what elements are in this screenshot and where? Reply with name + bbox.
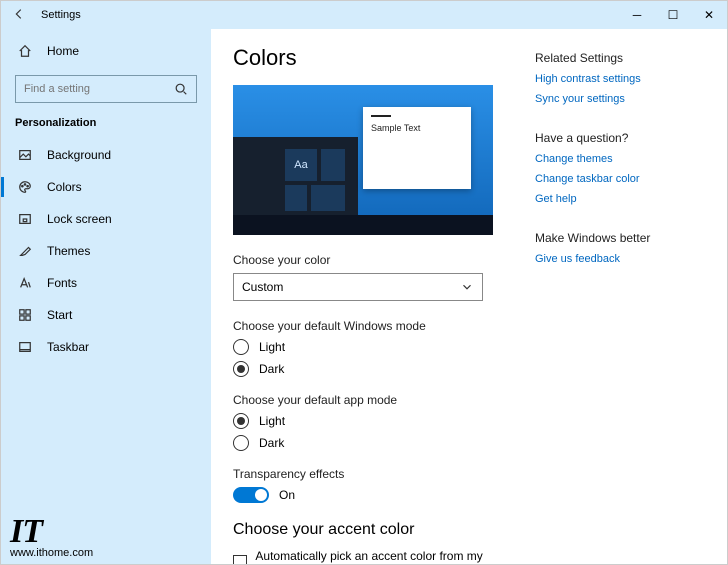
sidebar-item-taskbar[interactable]: Taskbar <box>1 331 211 363</box>
preview-sample-text: Sample Text <box>371 123 463 133</box>
sidebar-item-label: Colors <box>47 180 82 194</box>
accent-heading: Choose your accent color <box>233 521 515 539</box>
taskbar-icon <box>15 340 35 354</box>
preview-tile <box>285 185 307 211</box>
choose-color-select[interactable]: Custom <box>233 273 483 301</box>
radio-icon <box>233 339 249 355</box>
accent-auto-checkbox[interactable]: Automatically pick an accent color from … <box>233 549 515 564</box>
radio-label: Dark <box>259 436 284 450</box>
checkbox-icon <box>233 555 247 564</box>
maximize-button[interactable]: ☐ <box>655 8 691 22</box>
link-sync-settings[interactable]: Sync your settings <box>535 93 705 105</box>
sidebar-item-label: Taskbar <box>47 340 89 354</box>
right-column: Related Settings High contrast settings … <box>535 45 705 564</box>
search-input-wrap[interactable] <box>15 75 197 103</box>
app-mode-label: Choose your default app mode <box>233 393 515 407</box>
accent-auto-label: Automatically pick an accent color from … <box>255 549 515 564</box>
search-input[interactable] <box>24 83 174 95</box>
preview-window-bar <box>371 115 391 117</box>
search-icon <box>174 82 188 96</box>
windows-mode-group: Light Dark <box>233 339 515 377</box>
main-column: Colors Aa Sample Text Choose your color … <box>233 45 535 564</box>
close-button[interactable]: ✕ <box>691 8 727 22</box>
image-icon <box>15 148 35 162</box>
preview-tile <box>311 185 345 211</box>
watermark: IT www.ithome.com <box>10 513 93 559</box>
transparency-toggle[interactable] <box>233 487 269 503</box>
body: Home Personalization Background Colors L… <box>1 29 727 564</box>
transparency-label: Transparency effects <box>233 467 515 481</box>
radio-icon <box>233 361 249 377</box>
content: Colors Aa Sample Text Choose your color … <box>211 29 727 564</box>
page-title: Colors <box>233 45 515 71</box>
sidebar-item-themes[interactable]: Themes <box>1 235 211 267</box>
preview-tile <box>321 149 345 181</box>
link-change-themes[interactable]: Change themes <box>535 153 705 165</box>
sidebar-item-lockscreen[interactable]: Lock screen <box>1 203 211 235</box>
sidebar-item-label: Background <box>47 148 111 162</box>
radio-icon <box>233 435 249 451</box>
windows-mode-label: Choose your default Windows mode <box>233 319 515 333</box>
chevron-down-icon <box>460 280 474 294</box>
sidebar: Home Personalization Background Colors L… <box>1 29 211 564</box>
titlebar: Settings ─ ☐ ✕ <box>1 1 727 29</box>
watermark-url: www.ithome.com <box>10 547 93 559</box>
start-icon <box>15 308 35 322</box>
sidebar-home-label: Home <box>47 44 79 58</box>
radio-icon <box>233 413 249 429</box>
link-high-contrast[interactable]: High contrast settings <box>535 73 705 85</box>
preview-window: Sample Text <box>363 107 471 189</box>
minimize-button[interactable]: ─ <box>619 8 655 22</box>
sidebar-section: Personalization <box>1 113 211 139</box>
sidebar-item-fonts[interactable]: Fonts <box>1 267 211 299</box>
app-mode-group: Light Dark <box>233 413 515 451</box>
home-icon <box>15 44 35 58</box>
arrow-left-icon <box>12 7 26 21</box>
back-button[interactable] <box>1 7 37 24</box>
radio-label: Dark <box>259 362 284 376</box>
preview-taskbar <box>233 215 493 235</box>
watermark-logo: IT <box>10 513 93 551</box>
sidebar-home[interactable]: Home <box>1 35 211 67</box>
sidebar-item-label: Lock screen <box>47 212 112 226</box>
sidebar-item-label: Start <box>47 308 72 322</box>
palette-icon <box>15 180 35 194</box>
sidebar-item-label: Fonts <box>47 276 77 290</box>
transparency-state: On <box>279 488 295 502</box>
sidebar-item-colors[interactable]: Colors <box>1 171 211 203</box>
settings-window: Settings ─ ☐ ✕ Home Personalization Back… <box>0 0 728 565</box>
link-feedback[interactable]: Give us feedback <box>535 253 705 265</box>
lock-icon <box>15 212 35 226</box>
app-mode-light[interactable]: Light <box>233 413 515 429</box>
choose-color-value: Custom <box>242 280 283 294</box>
link-change-taskbar[interactable]: Change taskbar color <box>535 173 705 185</box>
window-title: Settings <box>37 9 619 21</box>
app-mode-dark[interactable]: Dark <box>233 435 515 451</box>
color-preview: Aa Sample Text <box>233 85 493 235</box>
better-heading: Make Windows better <box>535 231 705 245</box>
question-heading: Have a question? <box>535 131 705 145</box>
sidebar-item-label: Themes <box>47 244 90 258</box>
brush-icon <box>15 244 35 258</box>
link-get-help[interactable]: Get help <box>535 193 705 205</box>
windows-mode-dark[interactable]: Dark <box>233 361 515 377</box>
radio-label: Light <box>259 414 285 428</box>
font-icon <box>15 276 35 290</box>
choose-color-label: Choose your color <box>233 253 515 267</box>
preview-tile: Aa <box>285 149 317 181</box>
sidebar-item-background[interactable]: Background <box>1 139 211 171</box>
sidebar-item-start[interactable]: Start <box>1 299 211 331</box>
radio-label: Light <box>259 340 285 354</box>
windows-mode-light[interactable]: Light <box>233 339 515 355</box>
transparency-row: On <box>233 487 515 503</box>
related-heading: Related Settings <box>535 51 705 65</box>
